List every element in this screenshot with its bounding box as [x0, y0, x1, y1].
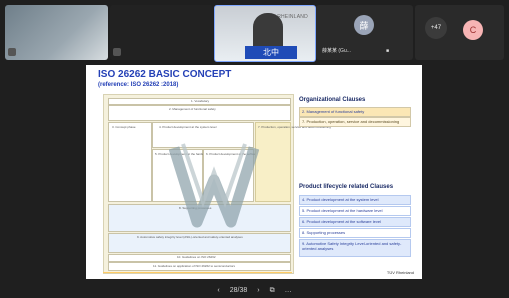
copy-icon[interactable]: ⧉ [270, 287, 275, 295]
diagram-asil: 9. Automotive safety integrity level (AS… [108, 233, 291, 253]
more-participants-button[interactable]: +47 [425, 17, 447, 39]
page-indicator: 28/38 [229, 287, 248, 294]
avatar: C [463, 20, 483, 40]
org-item-2: 7. Production, operation, service and de… [299, 117, 411, 127]
lifecycle-heading: Product lifecycle related Clauses [299, 184, 394, 190]
participant-tile-5[interactable]: +47 C [415, 5, 504, 60]
diagram-production: 7. Production, operation, service and de… [255, 122, 331, 202]
mic-icon: ■ [386, 48, 390, 54]
diagram-management: 2. Management of functional safety [108, 105, 291, 121]
prev-slide-button[interactable]: ‹ [217, 287, 219, 294]
participant-tile-2[interactable] [110, 5, 213, 60]
participant-name: 薛某某 (Gu... [322, 48, 351, 54]
more-options-button[interactable]: … [285, 287, 292, 294]
iso-overview-diagram: 1. Vocabulary 2. Management of functiona… [103, 94, 331, 274]
diagram-concept: 3. Concept phase [108, 122, 152, 202]
diagram-bottom-rule [103, 272, 292, 273]
shared-slide: ISO 26262 BASIC CONCEPT (reference: ISO … [86, 65, 422, 279]
slide-subtitle: (reference: ISO 26262 :2018) [98, 82, 179, 88]
slide-toolbar: ‹ 28/38 › ⧉ … [0, 283, 509, 298]
org-item-1: 2. Management of functional safety [299, 107, 411, 117]
presenter-sign: 北中 [245, 46, 297, 59]
diagram-guidelines: 10. Guidelines on ISO 26262 [108, 254, 291, 262]
slide-title: ISO 26262 BASIC CONCEPT [98, 69, 232, 80]
diagram-semiconductors: 11. Guidelines on application of ISO 262… [108, 262, 291, 271]
lifecycle-item-4: 8. Supporting processes [299, 228, 411, 238]
avatar: 薛 [354, 15, 374, 35]
watermark-logo-icon [169, 143, 259, 228]
lifecycle-item-1: 4. Product development at the system lev… [299, 195, 411, 205]
mic-muted-icon [113, 48, 121, 56]
org-heading: Organizational Clauses [299, 97, 366, 103]
lifecycle-item-5: 9. Automotive Safety Integrity Level-ori… [299, 239, 411, 257]
lifecycle-item-2: 5. Product development at the hardware l… [299, 206, 411, 216]
next-slide-button[interactable]: › [257, 287, 259, 294]
presenter-tile[interactable]: TUV RHEINLAND 北中 [214, 5, 316, 62]
participant-tile-1[interactable] [5, 5, 108, 60]
tuv-logo: TÜV Rheinland [386, 270, 414, 275]
diagram-vocabulary: 1. Vocabulary [108, 98, 291, 105]
lifecycle-item-3: 6. Product development at the software l… [299, 217, 411, 227]
participant-tile-4[interactable]: 薛 薛某某 (Gu... ■ [316, 5, 413, 60]
mic-muted-icon [8, 48, 16, 56]
